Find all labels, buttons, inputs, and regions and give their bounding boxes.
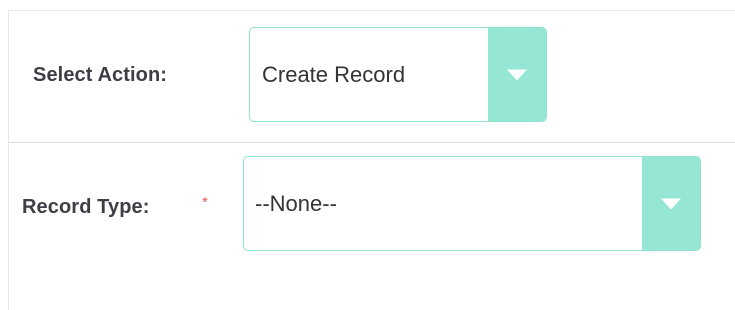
select-action-label: Select Action: [33, 64, 168, 86]
select-action-dropdown-button[interactable] [488, 28, 546, 121]
record-type-value: --None-- [255, 190, 337, 216]
record-type-dropdown-button[interactable] [642, 157, 700, 250]
record-type-label: Record Type: [22, 196, 150, 218]
chevron-down-icon [507, 69, 527, 80]
section-divider [9, 142, 735, 143]
form-panel: Select Action: Create Record Record Type… [8, 10, 735, 310]
select-action-dropdown[interactable]: Create Record [249, 27, 547, 122]
required-marker: * [202, 194, 208, 211]
chevron-down-icon [661, 198, 681, 209]
select-action-value: Create Record [262, 61, 406, 87]
record-type-dropdown[interactable]: --None-- [243, 156, 701, 251]
